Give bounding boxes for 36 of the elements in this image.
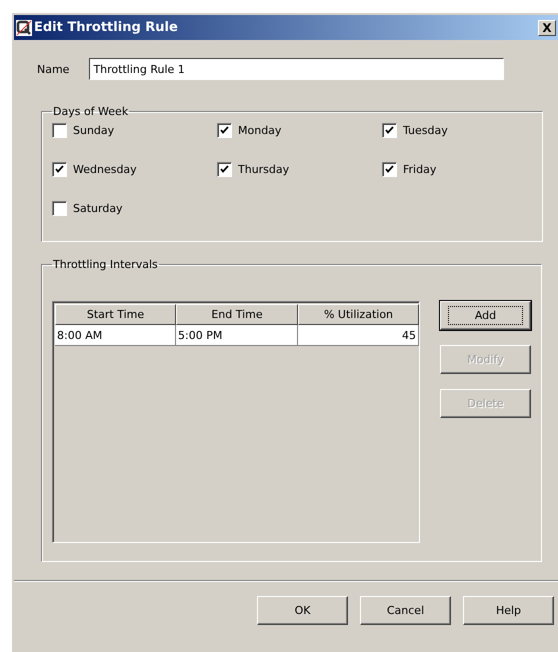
checkbox-label: Thursday <box>238 162 290 176</box>
column-header[interactable]: Start Time <box>55 304 176 325</box>
checkbox-label: Monday <box>238 124 282 136</box>
group-title: Throttling Intervals <box>52 258 159 271</box>
table-cell: 8:00 AM <box>55 325 176 346</box>
close-button[interactable]: X <box>538 20 556 36</box>
dialog-button[interactable]: OK <box>257 596 348 625</box>
check-icon <box>385 126 394 134</box>
column-header[interactable]: % Utilization <box>298 304 419 325</box>
dialog-button[interactable]: Help <box>463 596 554 625</box>
dialog-button[interactable]: Cancel <box>360 596 451 625</box>
checkbox-label: Wednesday <box>73 162 137 176</box>
checkbox[interactable] <box>52 162 67 176</box>
field-label: Name <box>37 62 70 76</box>
group-title: Days of Week <box>52 105 130 118</box>
checkbox[interactable] <box>52 200 67 216</box>
checkbox-label: Tuesday <box>403 124 448 136</box>
table-cell: 45 <box>298 325 419 346</box>
check-icon <box>220 164 229 174</box>
checkbox[interactable] <box>217 162 232 176</box>
check-icon <box>220 126 229 134</box>
checkbox-label: Friday <box>403 162 436 176</box>
check-icon <box>385 164 394 174</box>
checkbox[interactable] <box>382 162 397 176</box>
action-button[interactable]: Add <box>440 301 531 330</box>
checkbox-label: Saturday <box>73 202 123 214</box>
check-icon <box>55 164 64 174</box>
window-title: Edit Throttling Rule <box>34 20 178 35</box>
name-field[interactable]: Throttling Rule 1 <box>89 58 504 80</box>
checkbox[interactable] <box>382 122 397 138</box>
checkbox[interactable] <box>52 122 67 138</box>
checkbox-label: Sunday <box>73 124 114 136</box>
app-logo-icon <box>16 20 32 36</box>
table-cell: 5:00 PM <box>176 325 298 346</box>
column-header[interactable]: End Time <box>176 304 298 325</box>
checkbox[interactable] <box>217 122 232 138</box>
